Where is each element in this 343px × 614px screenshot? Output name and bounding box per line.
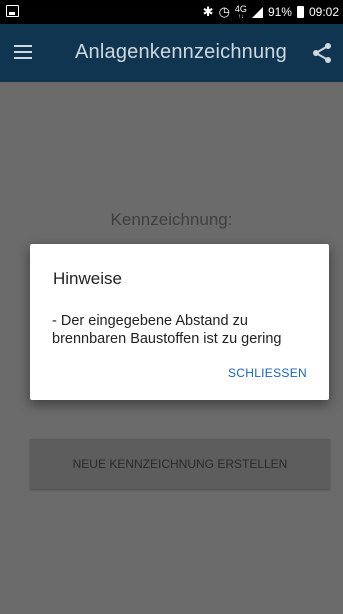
kennzeichnung-label: Kennzeichnung: [110,210,233,229]
close-button[interactable]: SCHLIESSEN [228,366,307,380]
battery-percent: 91% [267,5,292,19]
signal-icon [251,6,263,18]
dialog-title: Hinweise [53,269,122,288]
network-label: 4G [234,3,247,14]
image-icon [6,5,19,17]
create-marking-button[interactable]: NEUE KENNZEICHNUNG ERSTELLEN [30,439,330,489]
notice-dialog: Hinweise - Der eingegebene Abstand zu br… [30,244,329,400]
battery-icon [296,6,304,18]
network-activity: ↑↓ [237,13,244,20]
app-title: Anlagenkennzeichnung [75,41,287,63]
network-type: 4G ↑↓ [234,3,247,20]
hamburger-menu-icon[interactable] [14,45,32,59]
share-icon[interactable] [311,42,333,64]
app-bar: Anlagenkennzeichnung [0,24,343,82]
bluetooth-icon: ✱ [202,4,214,19]
clock: 09:02 [308,5,339,19]
status-bar: ✱ ◷ 4G ↑↓ 91% 09:02 [0,0,343,24]
dialog-message: - Der eingegebene Abstand zu brennbaren … [52,313,282,347]
alarm-icon: ◷ [218,4,230,19]
